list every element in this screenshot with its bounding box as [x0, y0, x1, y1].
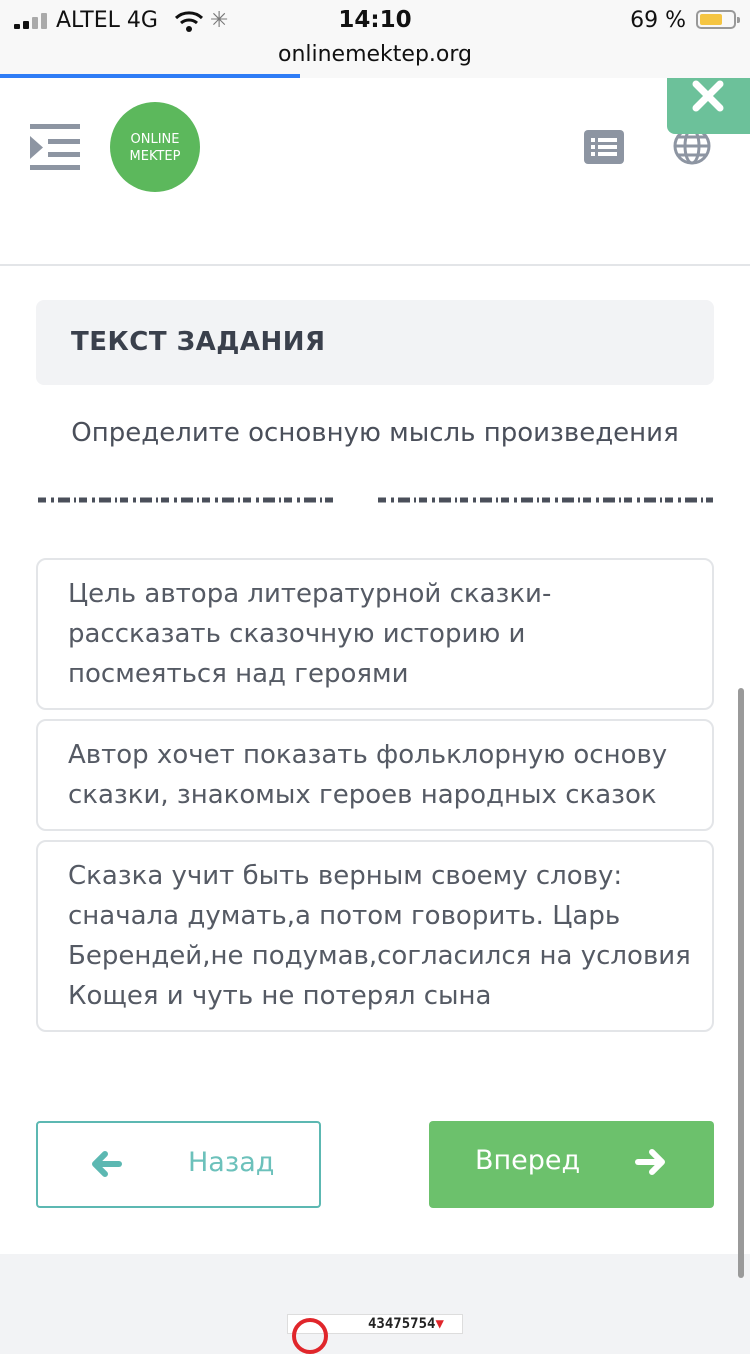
url-text[interactable]: onlinemektep.org	[0, 42, 750, 67]
answer-option-2[interactable]: Автор хочет показать фольклорную основу …	[36, 719, 714, 831]
counter-number: 43475754▼	[368, 1316, 444, 1332]
battery-icon	[696, 10, 740, 29]
status-bar: ALTEL 4G ✳ 14:10 69 %	[0, 0, 750, 44]
task-title: ТЕКСТ ЗАДАНИЯ	[71, 327, 326, 357]
arrow-right-icon	[635, 1149, 665, 1175]
arrow-left-icon	[92, 1151, 122, 1177]
list-icon[interactable]	[584, 130, 624, 164]
back-button[interactable]: Назад	[36, 1121, 321, 1208]
close-button[interactable]	[667, 78, 750, 134]
browser-address-bar[interactable]: onlinemektep.org	[0, 42, 750, 78]
online-mektep-logo[interactable]: ONLINE MEKTEP	[110, 102, 200, 192]
answer-option-text: Цель автора литературной сказки-рассказа…	[68, 579, 552, 689]
answer-option-text: Автор хочет показать фольклорную основу …	[68, 740, 668, 810]
answer-option-3[interactable]: Сказка учит быть верным своему слову: сн…	[36, 840, 714, 1032]
battery-percent: 69 %	[630, 8, 686, 33]
counter-logo	[292, 1318, 328, 1354]
answer-option-1[interactable]: Цель автора литературной сказки-рассказа…	[36, 558, 714, 710]
back-button-label: Назад	[188, 1147, 275, 1178]
question-text: Определите основную мысль произведения	[71, 418, 679, 448]
task-header-box: ТЕКСТ ЗАДАНИЯ	[36, 300, 714, 385]
menu-indent-icon[interactable]	[30, 122, 82, 172]
counter-badge[interactable]: 43475754▼	[287, 1314, 463, 1354]
site-header: ONLINE MEKTEP	[0, 78, 750, 266]
next-button-label: Вперед	[475, 1145, 581, 1176]
logo-line-1: ONLINE	[130, 132, 180, 147]
next-button[interactable]: Вперед	[429, 1121, 714, 1208]
close-icon	[692, 80, 724, 112]
logo-line-2: MEKTEP	[129, 149, 181, 164]
divider-dashes	[38, 497, 713, 503]
task-content: ТЕКСТ ЗАДАНИЯ Определите основную мысль …	[0, 266, 750, 1254]
answer-option-text: Сказка учит быть верным своему слову: сн…	[68, 861, 691, 1011]
page-scrollbar[interactable]	[738, 688, 744, 1278]
